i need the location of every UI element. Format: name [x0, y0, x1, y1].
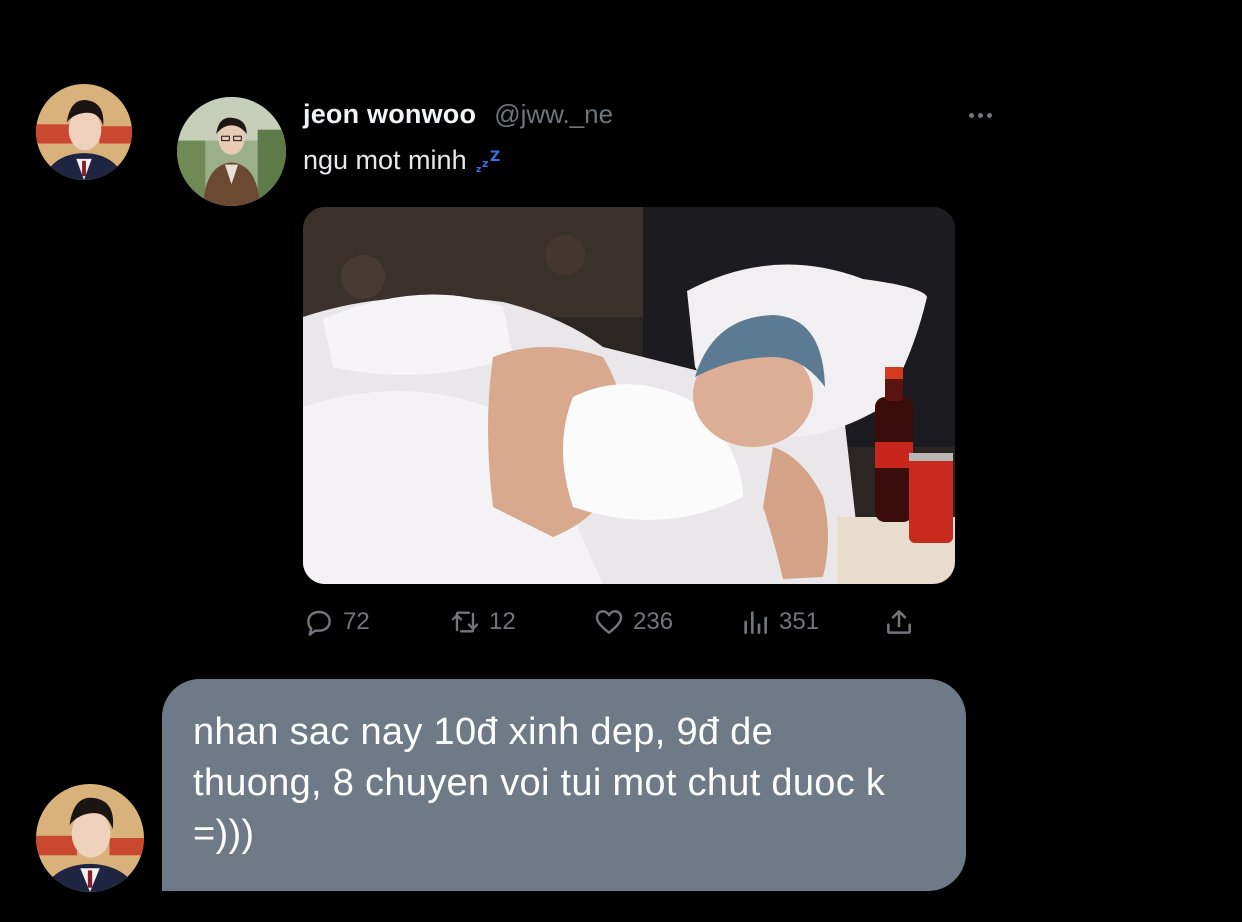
avatar-image	[36, 84, 132, 180]
tweet-media-photo[interactable]	[303, 207, 955, 584]
tweet-action-bar: 72 12 236 351	[303, 602, 923, 642]
reply-button[interactable]: 72	[303, 602, 370, 642]
zzz-icon: z z Z	[476, 149, 500, 175]
reply-message-text: nhan sac nay 10đ xinh dep, 9đ de thuong,…	[193, 711, 886, 855]
retweet-icon	[451, 611, 479, 633]
tweet-header: jeon wonwoo @jww._ne	[303, 99, 613, 131]
tweet-author-avatar[interactable]	[177, 97, 286, 206]
avatar-image	[177, 97, 286, 206]
views-count: 351	[779, 608, 820, 635]
like-icon	[595, 610, 623, 634]
more-icon[interactable]	[964, 106, 996, 124]
author-handle[interactable]: @jww._ne	[494, 99, 613, 130]
tweet-text: ngu mot minh z z Z	[303, 145, 503, 176]
share-icon	[887, 610, 911, 634]
retweet-count: 12	[489, 608, 516, 635]
avatar-image	[36, 784, 144, 892]
retweet-button[interactable]: 12	[449, 602, 516, 642]
photo-image	[303, 207, 955, 584]
author-name[interactable]: jeon wonwoo	[303, 99, 476, 130]
avatar-conversation-partner[interactable]	[36, 84, 132, 180]
reply-message-bubble[interactable]: nhan sac nay 10đ xinh dep, 9đ de thuong,…	[162, 679, 966, 891]
avatar-message-sender[interactable]	[36, 784, 144, 892]
svg-text:Z: Z	[490, 149, 500, 165]
svg-text:z: z	[476, 165, 481, 175]
reply-icon	[307, 610, 331, 636]
tweet-text-content: ngu mot minh	[303, 145, 467, 175]
like-count: 236	[633, 608, 674, 635]
reply-count: 72	[343, 608, 370, 635]
share-button[interactable]	[883, 602, 915, 642]
views-icon	[744, 611, 767, 634]
like-button[interactable]: 236	[593, 602, 673, 642]
svg-text:z: z	[482, 157, 488, 170]
views-button[interactable]: 351	[739, 602, 819, 642]
